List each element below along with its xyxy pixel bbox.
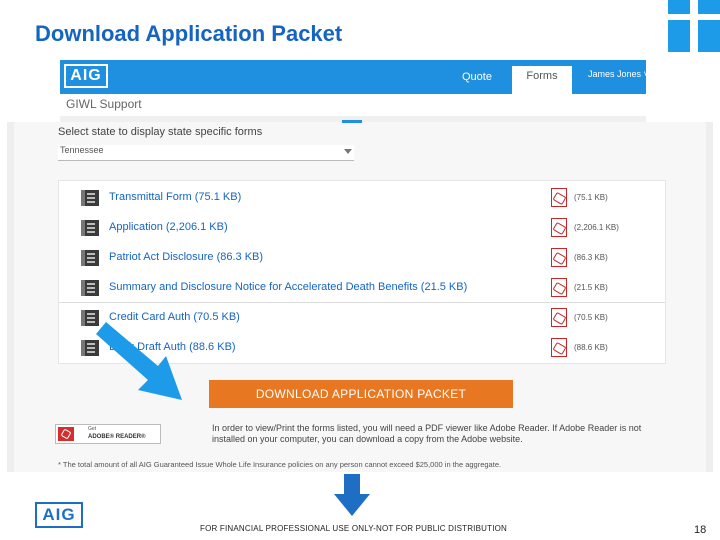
form-row-patriot-act: Patriot Act Disclosure (86.3 KB) (86.3 K…: [59, 243, 665, 273]
user-menu[interactable]: James Jones ˅: [588, 69, 649, 79]
form-link[interactable]: Patriot Act Disclosure (86.3 KB): [109, 251, 263, 263]
adobe-get-label: Get: [88, 426, 97, 432]
corner-accent-gap: [690, 0, 698, 52]
nav-quote[interactable]: Quote: [462, 71, 492, 83]
adobe-reader-label: ADOBE® READER®: [88, 434, 146, 440]
pdf-icon[interactable]: [551, 188, 567, 207]
form-row-application: Application (2,206.1 KB) (2,206.1 KB): [59, 213, 665, 243]
callout-arrow-icon: [96, 322, 182, 400]
get-adobe-reader-badge[interactable]: Get ADOBE® READER®: [55, 424, 161, 444]
corner-accent-gap: [668, 14, 720, 20]
subheader-title: GIWL Support: [66, 97, 142, 111]
download-application-packet-button[interactable]: DOWNLOAD APPLICATION PACKET: [209, 380, 513, 408]
coverage-footnote: * The total amount of all AIG Guaranteed…: [58, 460, 502, 469]
pdf-size: (2,206.1 KB): [574, 223, 619, 232]
binder-icon: [81, 250, 99, 266]
pdf-size: (70.5 KB): [574, 313, 608, 322]
binder-icon: [81, 220, 99, 236]
dropdown-arrow-icon: [344, 149, 352, 154]
form-link[interactable]: Application (2,206.1 KB): [109, 221, 228, 233]
state-select-label: Select state to display state specific f…: [58, 126, 263, 138]
pdf-icon[interactable]: [551, 338, 567, 357]
state-select[interactable]: Tennessee: [58, 145, 354, 161]
aig-logo[interactable]: AIG: [64, 64, 108, 88]
page-number: 18: [694, 524, 707, 536]
pdf-icon[interactable]: [551, 218, 567, 237]
form-row-transmittal: Transmittal Form (75.1 KB) (75.1 KB): [59, 183, 665, 213]
aig-footer-logo: AIG: [35, 502, 83, 528]
binder-icon: [81, 190, 99, 206]
pdf-size: (88.6 KB): [574, 343, 608, 352]
form-link[interactable]: Transmittal Form (75.1 KB): [109, 191, 241, 203]
pdf-size: (21.5 KB): [574, 283, 608, 292]
state-select-value: Tennessee: [60, 145, 104, 155]
pdf-icon[interactable]: [551, 248, 567, 267]
form-row-summary-disclosure: Summary and Disclosure Notice for Accele…: [59, 273, 665, 303]
pdf-icon[interactable]: [551, 308, 567, 327]
form-link[interactable]: Summary and Disclosure Notice for Accele…: [109, 281, 467, 293]
binder-icon: [81, 280, 99, 296]
nav-forms[interactable]: Forms: [512, 66, 572, 94]
pdf-size: (86.3 KB): [574, 253, 608, 262]
down-arrow-icon: [334, 474, 370, 516]
active-tab-indicator: [342, 120, 362, 123]
slide-title: Download Application Packet: [35, 21, 343, 46]
adobe-icon: [58, 427, 74, 441]
subheader-bar: [60, 94, 646, 116]
pdf-icon[interactable]: [551, 278, 567, 297]
pdf-size: (75.1 KB): [574, 193, 608, 202]
pdf-viewer-note: In order to view/Print the forms listed,…: [212, 423, 642, 444]
distribution-disclaimer: FOR FINANCIAL PROFESSIONAL USE ONLY-NOT …: [200, 524, 508, 533]
